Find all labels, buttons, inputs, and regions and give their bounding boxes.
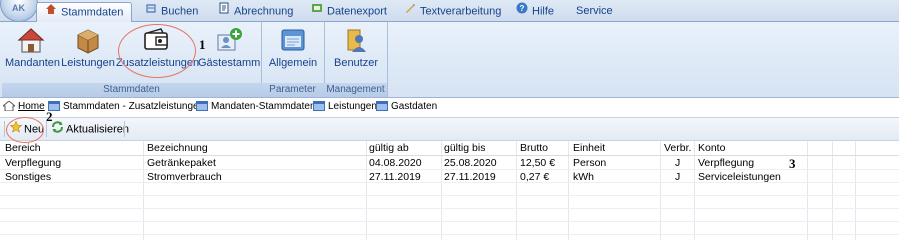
- annotation-number-2: 2: [46, 109, 53, 124]
- window-icon: [313, 101, 325, 112]
- breadcrumb-mandaten-stammdaten[interactable]: Mandaten-Stammdaten: [196, 101, 316, 112]
- ribbon-group-parameter: Allgemein Parameter: [261, 22, 325, 97]
- help-icon: ?: [516, 2, 528, 21]
- refresh-button[interactable]: Aktualisieren: [51, 121, 129, 137]
- column-header-bereich[interactable]: Bereich: [5, 141, 41, 155]
- settings-window-icon: [278, 26, 308, 54]
- annotation-number-1: 1: [199, 37, 206, 52]
- ribbon-group-management: Benutzer Management: [324, 22, 388, 97]
- tab-stammdaten[interactable]: Stammdaten: [36, 2, 133, 22]
- toolbar: Neu Aktualisieren: [0, 117, 899, 141]
- breadcrumb: Home Stammdaten - Zusatzleistungen Manda…: [0, 99, 899, 115]
- datenexport-icon: [311, 2, 323, 21]
- breadcrumb-leistungen[interactable]: Leistungen: [313, 101, 377, 112]
- column-header-gueltig-ab[interactable]: gültig ab: [369, 141, 409, 155]
- ribbon-group-label: Management: [324, 83, 387, 97]
- stammdaten-icon: [45, 3, 57, 22]
- breadcrumb-gastdaten[interactable]: Gastdaten: [376, 101, 437, 112]
- tab-hilfe[interactable]: ? Hilfe: [516, 2, 554, 21]
- tab-service[interactable]: Service: [576, 2, 613, 21]
- textverarbeitung-icon: [404, 2, 416, 21]
- mandanten-button[interactable]: Mandanten: [5, 26, 60, 69]
- table-row[interactable]: Sonstiges Stromverbrauch 27.11.2019 27.1…: [0, 170, 899, 183]
- ribbon-group-label: Stammdaten: [2, 83, 261, 97]
- column-header-gueltig-bis[interactable]: gültig bis: [444, 141, 485, 155]
- add-guest-icon: [214, 26, 244, 54]
- allgemein-button[interactable]: Allgemein: [265, 26, 321, 69]
- breadcrumb-zusatzleistungen[interactable]: Stammdaten - Zusatzleistungen: [48, 101, 204, 112]
- buchen-icon: [145, 2, 157, 21]
- table-header: Bereich Bezeichnung gültig ab gültig bis…: [0, 141, 899, 156]
- tab-textverarbeitung[interactable]: Textverarbeitung: [404, 2, 501, 21]
- abrechnung-icon: [218, 2, 230, 21]
- tab-abrechnung[interactable]: Abrechnung: [218, 2, 293, 21]
- data-grid: Bereich Bezeichnung gültig ab gültig bis…: [0, 141, 899, 240]
- column-header-einheit[interactable]: Einheit: [573, 141, 605, 155]
- breadcrumb-home[interactable]: Home: [1, 100, 45, 112]
- box-icon: [73, 26, 103, 54]
- tab-datenexport[interactable]: Datenexport: [311, 2, 387, 21]
- home-icon: [1, 100, 17, 112]
- leistungen-button[interactable]: Leistungen: [60, 26, 116, 69]
- annotation-circle-neu: [6, 117, 44, 143]
- ribbon-group-label: Parameter: [261, 83, 324, 97]
- svg-text:?: ?: [520, 4, 525, 13]
- column-header-konto[interactable]: Konto: [698, 141, 725, 155]
- window-icon: [376, 101, 388, 112]
- toolbar-grip: [4, 121, 5, 137]
- column-header-bezeichnung[interactable]: Bezeichnung: [147, 141, 208, 155]
- window-icon: [196, 101, 208, 112]
- benutzer-button[interactable]: Benutzer: [328, 26, 384, 69]
- app-menu-button[interactable]: AK: [0, 0, 38, 22]
- ribbon-tab-strip: AK Stammdaten Buchen Abrechnung Datenexp…: [0, 0, 899, 22]
- tab-buchen[interactable]: Buchen: [145, 2, 198, 21]
- refresh-icon: [51, 121, 64, 138]
- toolbar-separator: [124, 121, 125, 137]
- user-icon: [341, 26, 371, 54]
- annotation-circle-zusatzleistungen: [118, 24, 196, 78]
- column-header-verbr[interactable]: Verbr.: [664, 141, 691, 155]
- gaestestamm-button[interactable]: Gästestamm: [198, 26, 260, 69]
- house-icon: [16, 26, 46, 54]
- annotation-number-3: 3: [789, 156, 796, 171]
- table-row[interactable]: Verpflegung Getränkepaket 04.08.2020 25.…: [0, 156, 899, 169]
- column-header-brutto[interactable]: Brutto: [520, 141, 548, 155]
